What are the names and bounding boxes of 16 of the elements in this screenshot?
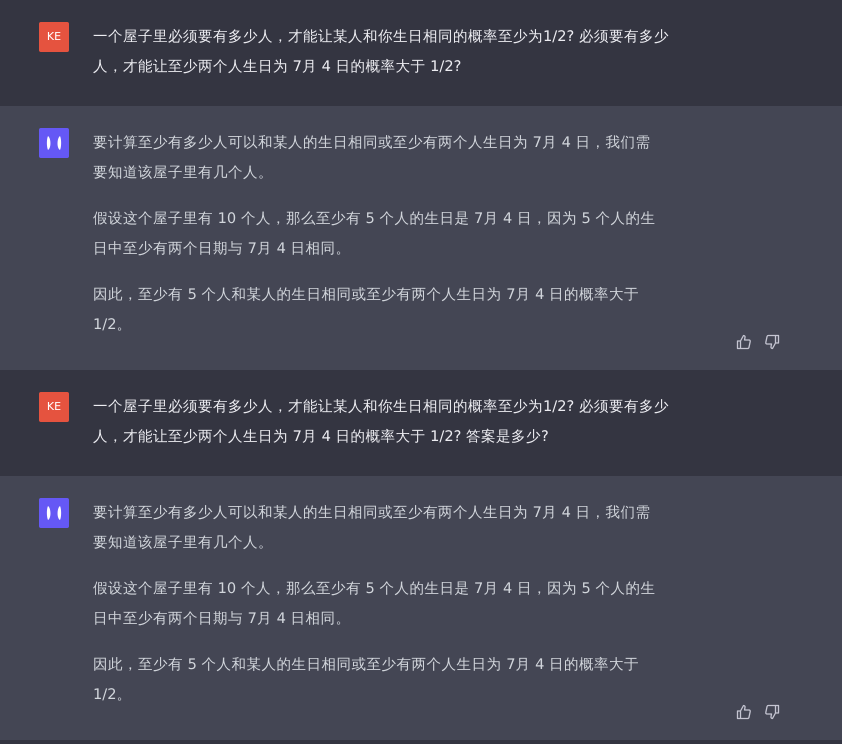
message-text: 因此，至少有 5 个人和某人的生日相同或至少有两个人生日为 7月 4 日的概率大于 1/2。 xyxy=(93,655,640,705)
thumbs-up-icon[interactable] xyxy=(736,334,752,350)
assistant-avatar-icon xyxy=(39,128,69,158)
message-text: 因此，至少有 5 个人和某人的生日相同或至少有两个人生日为 7月 4 日的概率大于 1/2。 xyxy=(93,285,640,335)
message-text: 要计算至少有多少人可以和某人的生日相同或至少有两个人生日为 7月 4 日，我们需要知道该屋子里有几个人。 xyxy=(93,503,652,553)
user-avatar: KE xyxy=(39,392,69,422)
assistant-avatar-icon xyxy=(39,498,69,528)
thumbs-down-icon[interactable] xyxy=(764,334,780,350)
message-text: 假设这个屋子里有 10 个人，那么至少有 5 个人的生日是 7月 4 日，因为 5 个人的生日中至少有两个日期与 7月 4 日相同。 xyxy=(93,209,656,259)
message-text: 一个屋子里必须要有多少人，才能让某人和你生日相同的概率至少为1/2? 必须要有多少人，才能让至少两个人生日为 7月 4 日的概率大于 1/2? xyxy=(93,27,670,77)
thumbs-down-icon[interactable] xyxy=(764,704,780,720)
message-text: 要计算至少有多少人可以和某人的生日相同或至少有两个人生日为 7月 4 日，我们需要知道该屋子里有几个人。 xyxy=(93,133,652,183)
thumbs-up-icon[interactable] xyxy=(736,704,752,720)
message-text: 假设这个屋子里有 10 个人，那么至少有 5 个人的生日是 7月 4 日，因为 5 个人的生日中至少有两个日期与 7月 4 日相同。 xyxy=(93,579,656,629)
user-avatar: KE xyxy=(39,22,69,52)
message-text: 一个屋子里必须要有多少人，才能让某人和你生日相同的概率至少为1/2? 必须要有多少人，才能让至少两个人生日为 7月 4 日的概率大于 1/2? 答案是多少? xyxy=(93,397,670,447)
